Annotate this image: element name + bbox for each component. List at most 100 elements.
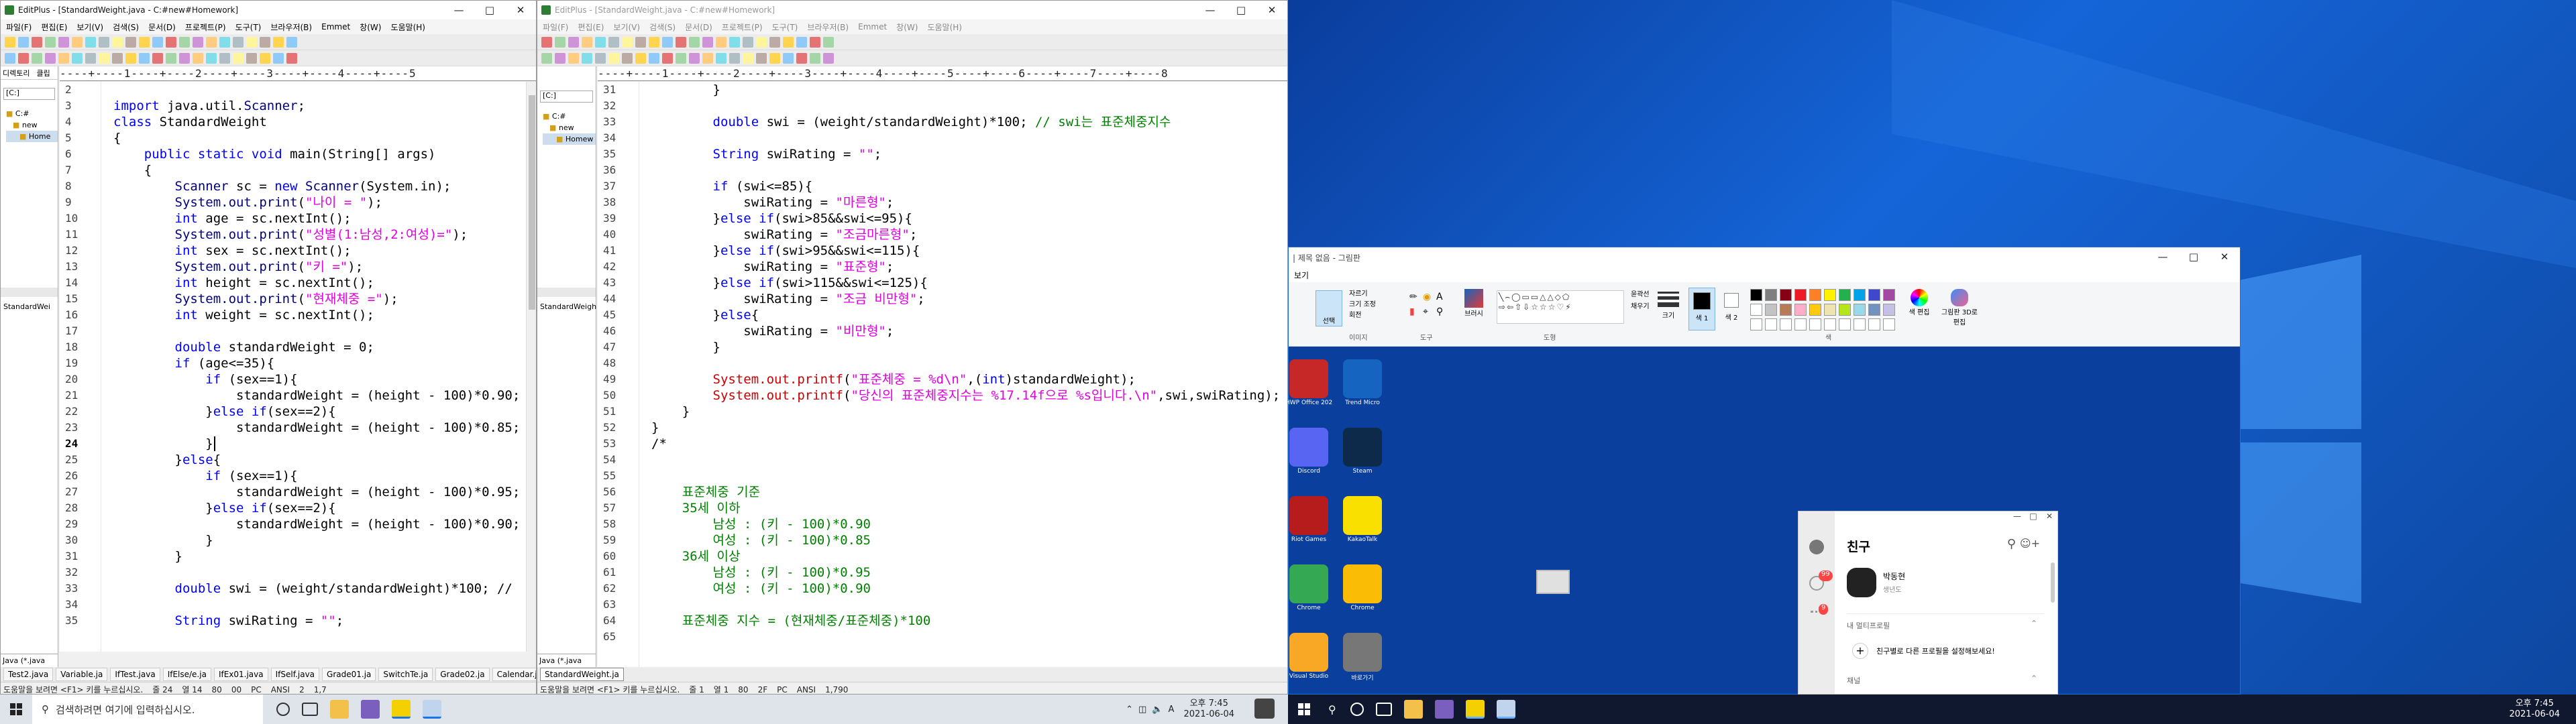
code-editor[interactable]: 2 3 4 5 6 7 8 9 10 11 12 13 14 15 16 17 18 19 20 21 22 23 24 25… (60, 82, 526, 652)
toolbar-button[interactable] (206, 36, 217, 48)
menu-item[interactable]: 도움말(H) (927, 21, 962, 33)
menu-item[interactable]: 브라우저(B) (270, 21, 312, 33)
eraser-icon[interactable]: ▮ (1409, 306, 1420, 318)
document-tab[interactable]: Grade02.ja (435, 668, 490, 681)
palette-swatch[interactable] (1750, 318, 1762, 330)
file-explorer-icon[interactable] (1403, 700, 1423, 719)
toolbar-button[interactable] (58, 52, 69, 64)
menu-item[interactable]: 편집(E) (41, 21, 67, 33)
palette-swatch[interactable] (1765, 318, 1777, 330)
maximize-button[interactable]: □ (1226, 1, 1256, 19)
desktop-shortcut-icon[interactable]: 바로가기 (1343, 633, 1382, 682)
palette-swatch[interactable] (1780, 289, 1792, 301)
palette-swatch[interactable] (1824, 289, 1836, 301)
toolbar-button[interactable] (676, 52, 686, 64)
desktop-shortcut-icon[interactable]: Steam (1343, 428, 1382, 475)
desktop-file-icon[interactable] (1536, 570, 1570, 594)
close-button[interactable]: ✕ (1256, 1, 1287, 19)
chevron-up-icon[interactable]: ⌃ (2031, 674, 2037, 683)
magnifier-icon[interactable]: ⚲ (1436, 306, 1447, 318)
cortana-icon[interactable] (1350, 703, 1364, 716)
palette-swatch[interactable] (1750, 304, 1762, 316)
toolbar-button[interactable] (662, 36, 673, 48)
desktop-shortcut-icon[interactable]: Visual Studio (1289, 633, 1328, 680)
toolbar-button[interactable] (541, 36, 552, 48)
toolbar-button[interactable] (260, 52, 270, 64)
toolbar-button[interactable] (568, 36, 579, 48)
toolbar-button[interactable] (676, 36, 686, 48)
tree-item[interactable]: ■ new (6, 119, 58, 131)
toolbar-button[interactable] (286, 52, 297, 64)
minimize-button[interactable]: — (2009, 511, 2025, 528)
maximize-button[interactable]: □ (2025, 511, 2041, 528)
toolbar-button[interactable] (823, 36, 834, 48)
palette-swatch[interactable] (1854, 318, 1866, 330)
toolbar-button[interactable] (702, 36, 713, 48)
palette-swatch[interactable] (1839, 318, 1851, 330)
toolbar-button[interactable] (99, 36, 109, 48)
toolbar-button[interactable] (608, 36, 619, 48)
palette-swatch[interactable] (1765, 304, 1777, 316)
toolbar-button[interactable] (72, 52, 83, 64)
toolbar-button[interactable] (769, 36, 780, 48)
file-filter-select[interactable]: Java (*.java (1, 654, 58, 667)
toolbar-button[interactable] (702, 52, 713, 64)
menu-item[interactable]: 문서(D) (685, 21, 712, 33)
select-tool[interactable]: 선택 (1316, 290, 1342, 326)
toolbar-button[interactable] (99, 52, 109, 64)
document-tab[interactable]: SwitchTe.ja (378, 668, 433, 681)
toolbar-button[interactable] (783, 36, 794, 48)
toolbar-button[interactable] (18, 36, 29, 48)
tab-clip[interactable]: 클립 (36, 68, 50, 78)
toolbar-button[interactable] (810, 36, 820, 48)
maximize-button[interactable]: □ (2178, 247, 2209, 266)
toolbar-button[interactable] (32, 52, 42, 64)
toolbar-button[interactable] (810, 52, 820, 64)
palette-swatch[interactable] (1794, 318, 1807, 330)
menu-item[interactable]: Emmet (858, 22, 887, 32)
palette-swatch[interactable] (1824, 318, 1836, 330)
add-profile-text[interactable]: 친구별로 다른 프로필을 설정해보세요! (1876, 646, 1995, 656)
palette-swatch[interactable] (1809, 289, 1821, 301)
clock[interactable]: 오후 7:45 2021-06-04 (1183, 699, 1234, 720)
ime-indicator[interactable]: A (1169, 705, 1175, 715)
close-button[interactable]: ✕ (505, 1, 536, 19)
toolbar-button[interactable] (58, 36, 69, 48)
color-picker-icon[interactable]: ⌖ (1423, 306, 1434, 318)
document-tab[interactable]: Grade01.ja (322, 668, 376, 681)
drive-select[interactable]: [C:] (3, 88, 55, 100)
toolbar-button[interactable] (193, 52, 203, 64)
menu-item[interactable]: 도움말(H) (390, 21, 425, 33)
avatar[interactable] (1847, 568, 1876, 597)
tab-directory[interactable]: 디렉토리 (3, 68, 30, 78)
menu-item[interactable]: 검색(S) (113, 21, 139, 33)
brush-button[interactable]: 브러시 (1460, 289, 1487, 318)
desktop-shortcut-icon[interactable]: Trend Micro (1343, 359, 1382, 406)
toolbar-button[interactable] (45, 36, 56, 48)
toolbar-button[interactable] (85, 52, 96, 64)
toolbar-button[interactable] (582, 36, 592, 48)
chevron-up-icon[interactable]: ⌃ (2031, 619, 2037, 628)
tree-item[interactable]: ■ C:# (6, 108, 58, 119)
toolbar-button[interactable] (5, 52, 15, 64)
palette-swatch[interactable] (1883, 289, 1895, 301)
start-button[interactable] (1288, 695, 1320, 724)
menu-item[interactable]: 문서(D) (148, 21, 176, 33)
search-icon[interactable]: ⚲ (2007, 537, 2016, 551)
kakaotalk-icon[interactable] (392, 700, 411, 719)
toolbar-button[interactable] (32, 36, 42, 48)
fill-icon[interactable]: ◉ (1423, 292, 1434, 304)
toolbar-button[interactable] (595, 36, 606, 48)
document-tab[interactable]: IfTest.java (110, 668, 160, 681)
toolbar-button[interactable] (273, 52, 284, 64)
desktop-shortcut-icon[interactable]: Riot Games (1289, 496, 1328, 543)
toolbar-button[interactable] (72, 36, 83, 48)
task-view-icon[interactable] (1375, 703, 1392, 716)
toolbar-button[interactable] (233, 36, 244, 48)
desktop-shortcut-icon[interactable]: Chrome (1343, 564, 1382, 611)
paint-icon[interactable] (423, 700, 441, 719)
scrollbar-thumb[interactable] (529, 95, 535, 310)
palette-swatch[interactable] (1750, 289, 1762, 301)
toolbar-button[interactable] (85, 36, 96, 48)
toolbar-button[interactable] (743, 52, 753, 64)
